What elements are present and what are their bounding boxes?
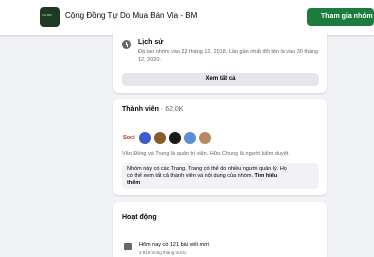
members-title-row[interactable]: Thành viên · 62,0K <box>122 106 183 113</box>
admins-text: Văn Đông và Trung là quản trị viên. Hữu … <box>122 151 290 157</box>
pages-note-line1: Nhóm này có các Trang. Trang có thể do n… <box>127 166 287 172</box>
learn-more-link[interactable]: Tìm hiểu <box>255 173 278 179</box>
group-logo[interactable]: Via BM <box>40 7 60 27</box>
history-description: Đã tạo nhóm vào 22 tháng 12, 2018. Lần g… <box>138 49 319 63</box>
pages-note-line2-text: có thể xem tất cả thành viên và nội dung… <box>127 173 253 179</box>
activity-posts-today: Hôm nay có 121 bài viết mới <box>139 242 209 248</box>
chat-icon <box>124 243 132 251</box>
see-all-button[interactable]: Xem tất cả <box>122 73 319 86</box>
clock-icon <box>122 40 131 49</box>
avatar[interactable] <box>168 131 182 145</box>
members-count: 62,0K <box>165 106 184 113</box>
members-card: Thành viên · 62,0K Soci Văn Đông và Trun… <box>113 99 327 195</box>
join-group-button[interactable]: Tham gia nhóm <box>307 8 374 26</box>
avatar[interactable] <box>153 131 167 145</box>
group-logo-text: Via BM <box>42 13 52 17</box>
activity-card: Hoạt động Hôm nay có 121 bài viết mới 2.… <box>113 202 327 257</box>
avatar[interactable] <box>198 131 212 145</box>
avatar[interactable]: Soci <box>122 131 138 145</box>
members-title: Thành viên <box>122 106 159 113</box>
group-name[interactable]: Cộng Đồng Tự Do Mua Bán Via - BM <box>65 11 197 20</box>
pages-note: Nhóm này có các Trang. Trang có thể do n… <box>122 163 319 189</box>
history-title: Lịch sử <box>138 39 164 46</box>
history-card: Lịch sử Đã tạo nhóm vào 22 tháng 12, 201… <box>113 30 327 93</box>
avatar-label: Soci <box>123 135 135 141</box>
activity-title: Hoạt động <box>122 214 157 221</box>
learn-more-link-continued[interactable]: thêm <box>127 180 140 186</box>
pages-note-line3: thêm <box>127 180 314 187</box>
avatar[interactable] <box>138 131 152 145</box>
activity-posts-last-month: 2.919 trong tháng trước <box>139 250 187 255</box>
pages-note-line2: có thể xem tất cả thành viên và nội dung… <box>127 173 314 180</box>
avatar[interactable] <box>183 131 197 145</box>
